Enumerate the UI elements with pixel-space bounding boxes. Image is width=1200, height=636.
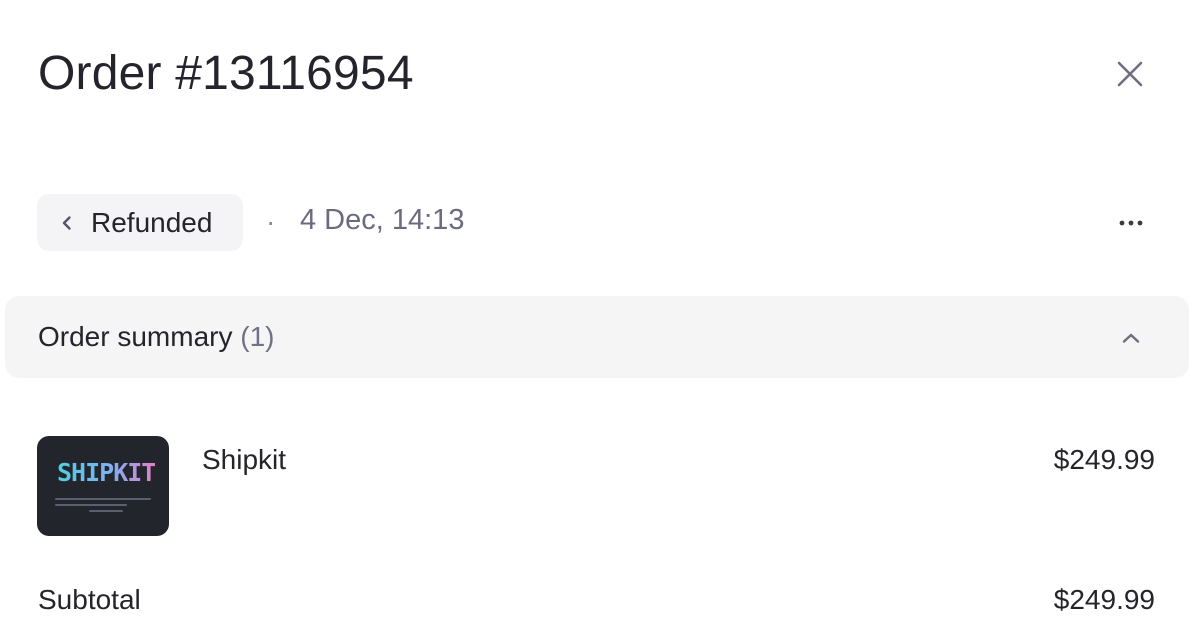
chevron-up-icon: [1117, 324, 1145, 352]
page-title: Order #13116954: [38, 47, 414, 100]
more-horizontal-icon: [1118, 219, 1144, 227]
subtotal-label: Subtotal: [38, 584, 141, 615]
separator-dot: ·: [266, 206, 276, 237]
order-summary-count: (1): [240, 321, 275, 352]
order-summary-heading: Order summary (1): [38, 321, 274, 353]
status-button[interactable]: Refunded: [37, 194, 243, 251]
product-price: $249.99: [1053, 444, 1155, 475]
close-button[interactable]: [1110, 54, 1150, 94]
status-label: Refunded: [91, 206, 213, 238]
product-thumbnail: SHIPKIT: [37, 436, 169, 536]
order-date: 4 Dec, 14:13: [300, 204, 465, 236]
chevron-left-icon: [59, 215, 75, 231]
product-name: Shipkit: [202, 444, 287, 475]
thumbnail-text-line: [55, 498, 151, 500]
more-options-button[interactable]: [1108, 206, 1154, 240]
thumbnail-text-line: [55, 504, 127, 506]
order-detail-panel: Order #13116954 Refunded · 4 Dec, 14:13: [0, 0, 1200, 636]
product-logo: SHIPKIT: [57, 458, 156, 487]
thumbnail-text-line: [89, 510, 123, 512]
close-icon: [1116, 60, 1144, 88]
order-summary-label: Order summary: [38, 321, 233, 352]
order-summary-toggle[interactable]: Order summary (1): [5, 296, 1189, 378]
subtotal-value: $249.99: [1053, 584, 1155, 615]
